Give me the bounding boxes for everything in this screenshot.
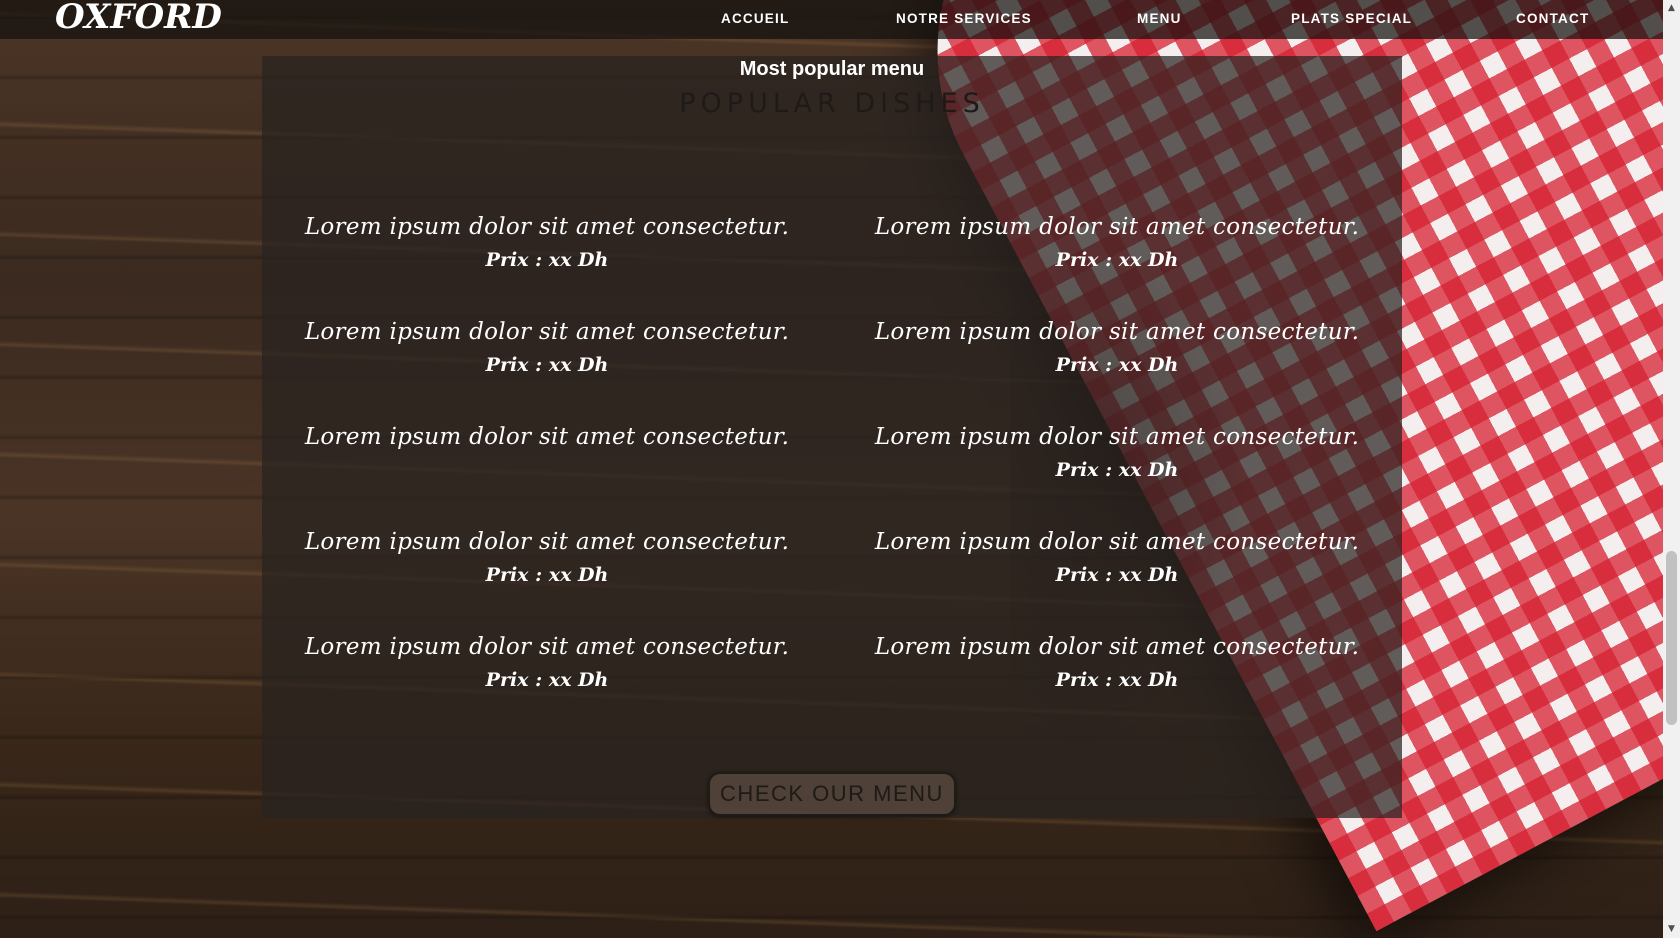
nav-link-notre-services[interactable]: NOTRE SERVICES (896, 11, 1032, 26)
dish-item: Lorem ipsum dolor sit amet consectetur. … (847, 527, 1387, 588)
dish-name: Lorem ipsum dolor sit amet consectetur. (304, 529, 790, 555)
dish-price: Prix : xx Dh (1055, 249, 1179, 271)
dish-name: Lorem ipsum dolor sit amet consectetur. (874, 424, 1360, 450)
scrollbar-thumb[interactable] (1666, 551, 1677, 725)
dish-item: Lorem ipsum dolor sit amet consectetur. … (847, 632, 1387, 693)
dish-price: Prix : xx Dh (485, 249, 609, 271)
dish-name: Lorem ipsum dolor sit amet consectetur. (304, 424, 790, 450)
dish-name: Lorem ipsum dolor sit amet consectetur. (874, 319, 1360, 345)
dish-price: Prix : xx Dh (1055, 564, 1179, 586)
dish-name: Lorem ipsum dolor sit amet consectetur. (304, 634, 790, 660)
chevron-down-icon[interactable]: ▼ (1663, 921, 1680, 938)
section-title: POPULAR DISHES (679, 88, 985, 119)
nav-link-plats-special[interactable]: PLATS SPECIAL (1291, 11, 1412, 26)
nav-link-menu[interactable]: MENU (1137, 11, 1182, 26)
dish-name: Lorem ipsum dolor sit amet consectetur. (304, 214, 790, 240)
nav-link-contact[interactable]: CONTACT (1516, 11, 1589, 26)
dish-item: Lorem ipsum dolor sit amet consectetur. … (277, 632, 817, 693)
dish-price: Prix : xx Dh (1055, 669, 1179, 691)
dish-item: Lorem ipsum dolor sit amet consectetur. … (277, 527, 817, 588)
dish-price: Prix : xx Dh (1055, 354, 1179, 376)
section-kicker: Most popular menu (739, 58, 925, 80)
dish-price: Prix : xx Dh (485, 354, 609, 376)
dish-name: Lorem ipsum dolor sit amet consectetur. (304, 319, 790, 345)
dish-name: Lorem ipsum dolor sit amet consectetur. (874, 529, 1360, 555)
dish-item: Lorem ipsum dolor sit amet consectetur. (277, 422, 817, 457)
popular-dishes-section: Most popular menu POPULAR DISHES Lorem i… (262, 56, 1402, 818)
vertical-scrollbar[interactable]: ▲ ▼ (1663, 0, 1680, 938)
dish-item: Lorem ipsum dolor sit amet consectetur. … (277, 317, 817, 378)
nav-link-accueil[interactable]: ACCUEIL (721, 11, 789, 26)
dish-item: Lorem ipsum dolor sit amet consectetur. … (847, 212, 1387, 273)
dish-name: Lorem ipsum dolor sit amet consectetur. (874, 634, 1360, 660)
dish-item: Lorem ipsum dolor sit amet consectetur. … (847, 317, 1387, 378)
dish-item: Lorem ipsum dolor sit amet consectetur. … (277, 212, 817, 273)
dish-price: Prix : xx Dh (1055, 459, 1179, 481)
check-our-menu-button[interactable]: CHECK OUR MENU (708, 772, 956, 816)
site-logo[interactable]: OXFORD (55, 0, 222, 37)
chevron-up-icon[interactable]: ▲ (1663, 0, 1680, 17)
dish-name: Lorem ipsum dolor sit amet consectetur. (874, 214, 1360, 240)
dish-price: Prix : xx Dh (485, 669, 609, 691)
page: OXFORD ACCUEIL NOTRE SERVICES MENU PLATS… (0, 0, 1680, 938)
dish-price: Prix : xx Dh (485, 564, 609, 586)
top-navbar: OXFORD ACCUEIL NOTRE SERVICES MENU PLATS… (0, 0, 1663, 39)
dish-item: Lorem ipsum dolor sit amet consectetur. … (847, 422, 1387, 483)
